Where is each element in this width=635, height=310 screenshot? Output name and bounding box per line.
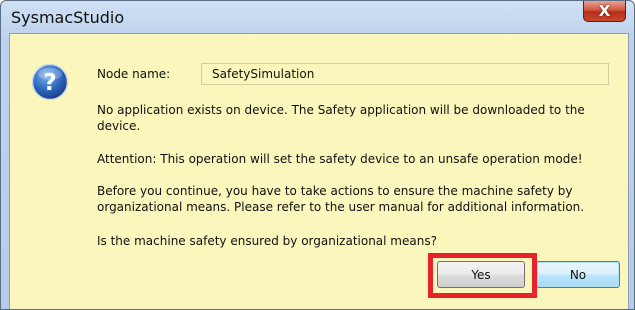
- window-title: SysmacStudio: [11, 8, 125, 27]
- close-icon: X: [598, 1, 611, 20]
- yes-highlight-box: [428, 253, 537, 298]
- node-name-label: Node name:: [97, 67, 171, 81]
- node-name-field: SafetySimulation: [201, 63, 609, 85]
- dialog-window: SysmacStudio X ? Node name: SafetySimula…: [0, 0, 635, 310]
- question-icon: ?: [31, 63, 69, 101]
- no-button[interactable]: No: [536, 261, 620, 288]
- close-button[interactable]: X: [583, 1, 626, 22]
- attention-message: Attention: This operation will set the s…: [97, 152, 583, 166]
- info-message: No application exists on device. The Saf…: [97, 103, 585, 133]
- title-bar[interactable]: SysmacStudio X: [1, 1, 634, 35]
- question-message: Is the machine safety ensured by organiz…: [97, 234, 437, 248]
- instruction-message: Before you continue, you have to take ac…: [97, 184, 585, 214]
- svg-text:?: ?: [43, 70, 56, 96]
